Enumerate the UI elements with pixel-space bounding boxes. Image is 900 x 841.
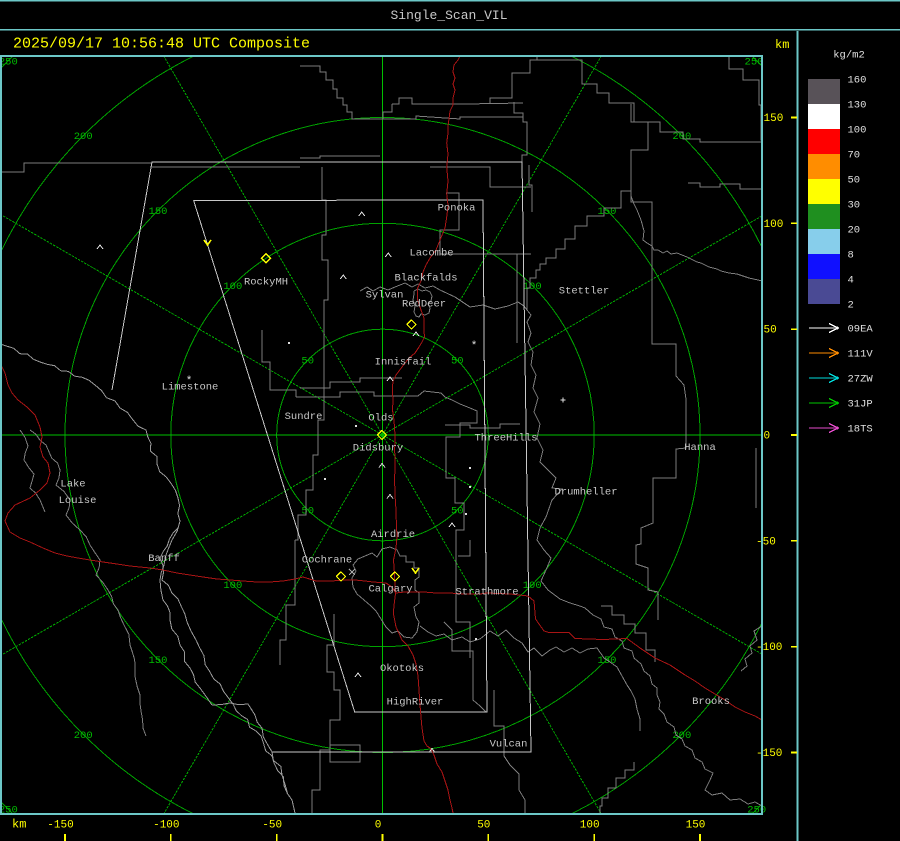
svg-text:200: 200 bbox=[672, 131, 691, 143]
svg-text:Ponoka: Ponoka bbox=[438, 203, 476, 215]
svg-text:150: 150 bbox=[149, 655, 168, 667]
svg-text:Strathmore: Strathmore bbox=[455, 587, 518, 599]
svg-text:50: 50 bbox=[477, 820, 490, 832]
svg-text:09EA: 09EA bbox=[848, 324, 874, 336]
svg-text:50: 50 bbox=[451, 356, 464, 368]
svg-text:-50: -50 bbox=[262, 820, 282, 832]
svg-text:Single_Scan_VIL: Single_Scan_VIL bbox=[390, 8, 507, 23]
svg-text:100: 100 bbox=[848, 125, 867, 137]
svg-text:100: 100 bbox=[523, 281, 542, 293]
svg-text:100: 100 bbox=[223, 281, 242, 293]
svg-text:100: 100 bbox=[523, 580, 542, 592]
svg-text:RockyMH: RockyMH bbox=[244, 277, 288, 289]
svg-text:Cochrane: Cochrane bbox=[302, 555, 352, 567]
svg-text:50: 50 bbox=[848, 175, 861, 187]
svg-text:150: 150 bbox=[149, 206, 168, 218]
svg-text:4: 4 bbox=[848, 275, 854, 287]
svg-text:2025/09/17 10:56:48 UTC Compos: 2025/09/17 10:56:48 UTC Composite bbox=[13, 36, 310, 53]
svg-text:Sylvan: Sylvan bbox=[366, 290, 404, 302]
svg-text:Blackfalds: Blackfalds bbox=[394, 273, 457, 285]
svg-text:130: 130 bbox=[848, 100, 867, 112]
svg-text:150: 150 bbox=[764, 113, 784, 125]
svg-text:-100: -100 bbox=[756, 642, 782, 654]
svg-text:-150: -150 bbox=[47, 820, 73, 832]
svg-text:8: 8 bbox=[848, 250, 854, 262]
svg-text:100: 100 bbox=[223, 580, 242, 592]
svg-text:ThreeHills: ThreeHills bbox=[474, 433, 537, 445]
svg-text:Stettler: Stettler bbox=[559, 286, 609, 298]
svg-text:50: 50 bbox=[764, 325, 777, 337]
svg-text:Banff: Banff bbox=[148, 553, 180, 565]
svg-text:2: 2 bbox=[848, 300, 854, 312]
svg-text:Vulcan: Vulcan bbox=[490, 739, 528, 751]
svg-text:200: 200 bbox=[74, 730, 93, 742]
svg-text:Drumheller: Drumheller bbox=[554, 487, 617, 499]
svg-text:150: 150 bbox=[686, 820, 706, 832]
svg-text:Lacombe: Lacombe bbox=[409, 248, 453, 260]
svg-text:30: 30 bbox=[848, 200, 861, 212]
svg-text:0: 0 bbox=[375, 820, 382, 832]
svg-text:Sundre: Sundre bbox=[285, 411, 323, 423]
svg-text:Okotoks: Okotoks bbox=[380, 663, 424, 675]
svg-text:100: 100 bbox=[580, 820, 600, 832]
svg-text:-50: -50 bbox=[756, 536, 776, 548]
svg-text:Brooks: Brooks bbox=[692, 696, 730, 708]
svg-text:111V: 111V bbox=[848, 349, 874, 361]
svg-text:Lake: Lake bbox=[60, 479, 85, 491]
svg-text:0: 0 bbox=[764, 431, 771, 443]
svg-text:50: 50 bbox=[451, 505, 464, 517]
svg-text:HighRiver: HighRiver bbox=[387, 697, 444, 709]
svg-text:27ZW: 27ZW bbox=[848, 374, 874, 386]
svg-text:km: km bbox=[12, 818, 26, 832]
svg-text:-150: -150 bbox=[756, 748, 782, 760]
svg-text:-100: -100 bbox=[153, 820, 179, 832]
svg-text:Didsbury: Didsbury bbox=[353, 443, 403, 455]
svg-text:18TS: 18TS bbox=[848, 424, 873, 436]
svg-text:70: 70 bbox=[848, 150, 861, 162]
svg-text:RedDeer: RedDeer bbox=[402, 299, 446, 311]
svg-text:250: 250 bbox=[0, 56, 18, 68]
svg-text:Airdrie: Airdrie bbox=[371, 529, 415, 541]
svg-text:Hanna: Hanna bbox=[684, 442, 716, 454]
svg-text:Innisfail: Innisfail bbox=[375, 357, 432, 369]
svg-text:Louise: Louise bbox=[59, 495, 97, 507]
svg-text:50: 50 bbox=[301, 356, 314, 368]
svg-text:20: 20 bbox=[848, 225, 861, 237]
svg-text:Calgary: Calgary bbox=[368, 584, 412, 596]
svg-text:100: 100 bbox=[764, 219, 784, 231]
svg-text:150: 150 bbox=[598, 655, 617, 667]
svg-text:31JP: 31JP bbox=[848, 399, 873, 411]
svg-text:160: 160 bbox=[848, 75, 867, 87]
svg-text:Olds: Olds bbox=[368, 413, 393, 425]
svg-text:Limestone: Limestone bbox=[162, 382, 219, 394]
svg-text:km: km bbox=[775, 38, 789, 52]
svg-text:250: 250 bbox=[745, 56, 764, 68]
svg-text:200: 200 bbox=[74, 131, 93, 143]
svg-text:*: * bbox=[471, 341, 478, 353]
svg-text:kg/m2: kg/m2 bbox=[833, 50, 865, 62]
